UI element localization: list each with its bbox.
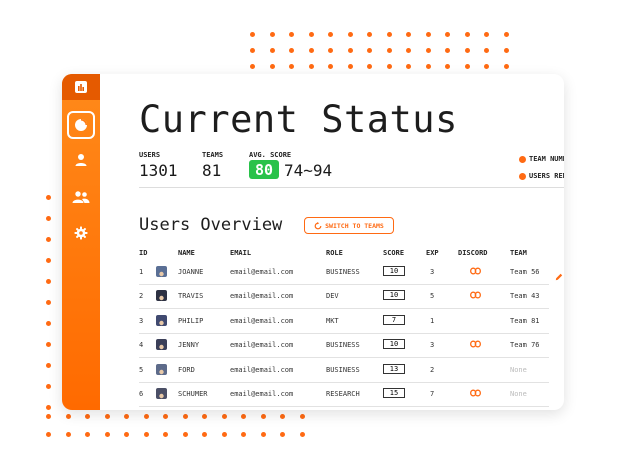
- cell-exp: 2: [430, 365, 435, 374]
- gear-icon: [74, 226, 88, 240]
- cell-name: PHILIP: [178, 316, 204, 325]
- table-row[interactable]: 3 PHILIP email@email.com MKT 7 1 Team 81: [139, 309, 549, 334]
- col-score[interactable]: SCORE: [383, 249, 404, 257]
- table-row[interactable]: 2 TRAVIS email@email.com DEV 10 5 Team 43: [139, 284, 549, 310]
- dashboard-window: Current Status USERS 1301 TEAMS 81 AVG. …: [62, 74, 564, 410]
- col-role[interactable]: ROLE: [326, 249, 343, 257]
- edit-icon[interactable]: [555, 266, 563, 285]
- cell-email: email@email.com: [230, 268, 294, 276]
- cell-exp: 3: [430, 268, 435, 276]
- teams-value: 81: [202, 161, 222, 180]
- col-name[interactable]: NAME: [178, 249, 195, 257]
- cell-score: 10: [383, 290, 405, 301]
- col-exp[interactable]: EXP: [426, 249, 439, 257]
- cell-name: SCHUMER: [178, 390, 208, 398]
- table-row[interactable]: 5 FORD email@email.com BUSINESS 13 2 None: [139, 358, 549, 383]
- cell-role: BUSINESS: [326, 341, 360, 350]
- col-team[interactable]: TEAM: [510, 249, 527, 257]
- avatar: [156, 290, 167, 302]
- cell-id: 4: [139, 341, 144, 350]
- team-number-max-text: TEAM NUMBER MAX:8: [529, 155, 564, 163]
- info-icon: [519, 172, 526, 180]
- cell-team: Team 56: [510, 268, 540, 276]
- cell-name: FORD: [178, 365, 195, 374]
- cell-id: 1: [139, 268, 144, 276]
- cell-role: DEV: [326, 292, 339, 301]
- link-icon[interactable]: [470, 389, 481, 399]
- cell-exp: 5: [430, 292, 435, 301]
- avatar: [156, 363, 167, 375]
- cell-score: 15: [383, 388, 405, 398]
- cell-exp: 1: [430, 316, 435, 325]
- users-icon: [72, 191, 90, 203]
- users-remaining-info: USERS REMAINING:: [519, 172, 564, 180]
- cell-role: RESEARCH: [326, 390, 360, 398]
- cell-score: 13: [383, 363, 405, 374]
- link-icon[interactable]: [470, 267, 481, 277]
- sidebar-item-settings[interactable]: [67, 219, 95, 247]
- cell-name: TRAVIS: [178, 292, 204, 301]
- bar-chart-icon: [75, 81, 87, 93]
- avatar: [156, 266, 167, 277]
- users-label: USERS: [139, 151, 161, 159]
- cell-role: MKT: [326, 316, 339, 325]
- team-number-max-info: TEAM NUMBER MAX:8: [519, 155, 564, 163]
- cell-score: 10: [383, 266, 405, 276]
- cell-email: email@email.com: [230, 390, 294, 398]
- switch-to-teams-label: SWITCH TO TEAMS: [325, 221, 384, 230]
- cell-email: email@email.com: [230, 365, 294, 374]
- cell-name: JOANNE: [178, 268, 204, 276]
- page-title: Current Status: [139, 98, 458, 141]
- col-email[interactable]: EMAIL: [230, 249, 251, 257]
- sidebar-item-teams[interactable]: [67, 183, 95, 211]
- cell-team: None: [510, 390, 527, 398]
- cell-role: BUSINESS: [326, 365, 360, 374]
- cell-email: email@email.com: [230, 341, 294, 350]
- cell-email: email@email.com: [230, 316, 294, 325]
- link-icon[interactable]: [470, 340, 481, 350]
- refresh-icon: [314, 221, 322, 229]
- cell-score: 7: [383, 314, 405, 325]
- sidebar: [62, 74, 100, 410]
- avg-score-range: 74~94: [284, 161, 333, 180]
- avg-score-badge: 80: [249, 160, 279, 179]
- cell-email: email@email.com: [230, 292, 294, 301]
- switch-to-teams-button[interactable]: SWITCH TO TEAMS: [304, 217, 394, 234]
- cell-team: Team 76: [510, 341, 540, 350]
- col-id[interactable]: ID: [139, 249, 147, 257]
- users-value: 1301: [139, 161, 178, 180]
- cell-exp: 7: [430, 390, 435, 398]
- cell-team: Team 43: [510, 292, 540, 301]
- info-icon: [519, 155, 526, 163]
- cell-score: 10: [383, 339, 405, 350]
- cell-id: 6: [139, 390, 144, 398]
- cell-exp: 3: [430, 341, 435, 350]
- col-discord[interactable]: DISCORD: [458, 249, 488, 257]
- cell-id: 2: [139, 292, 144, 301]
- main-content: Current Status USERS 1301 TEAMS 81 AVG. …: [100, 74, 564, 410]
- avatar: [156, 388, 167, 399]
- teams-label: TEAMS: [202, 151, 224, 159]
- link-icon[interactable]: [470, 291, 481, 301]
- table-row[interactable]: 6 SCHUMER email@email.com RESEARCH 15 7 None: [139, 382, 549, 407]
- cell-role: BUSINESS: [326, 268, 360, 276]
- users-remaining-text: USERS REMAINING:: [529, 172, 564, 180]
- sidebar-item-user[interactable]: [67, 146, 95, 174]
- divider: [139, 187, 564, 188]
- avatar: [156, 314, 167, 326]
- cell-id: 5: [139, 365, 144, 374]
- sidebar-item-overview[interactable]: [67, 111, 95, 139]
- avg-score-label: AVG. SCORE: [249, 151, 292, 159]
- logo[interactable]: [62, 74, 100, 100]
- table-row[interactable]: 1 JOANNE email@email.com BUSINESS 10 3 Team 56: [139, 260, 549, 285]
- user-icon: [75, 154, 87, 166]
- cell-team: Team 81: [510, 316, 540, 325]
- cell-name: JENNY: [178, 341, 200, 350]
- table-row[interactable]: 4 JENNY email@email.com BUSINESS 10 3 Team 76: [139, 333, 549, 359]
- pie-chart-icon: [75, 119, 87, 131]
- cell-team: None: [510, 365, 527, 374]
- cell-id: 3: [139, 316, 144, 325]
- section-title: Users Overview: [139, 215, 283, 235]
- avatar: [156, 339, 167, 351]
